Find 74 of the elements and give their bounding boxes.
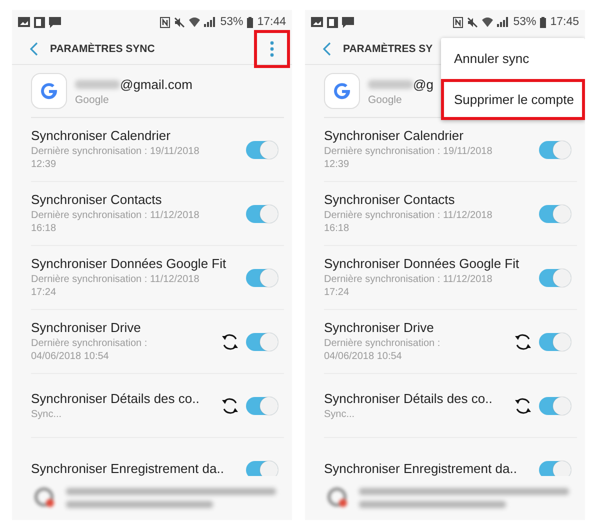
sync-toggle[interactable] — [539, 268, 571, 286]
sync-toggle[interactable] — [246, 204, 278, 222]
notification-icon — [34, 16, 45, 28]
mute-icon — [174, 16, 186, 28]
more-options-button[interactable] — [254, 30, 290, 68]
setting-title: Synchroniser Contacts — [31, 192, 163, 207]
last-sync-text: Dernière synchronisation : 11/12/2018 17:24 — [31, 273, 200, 299]
setting-title: Synchroniser Calendrier — [31, 128, 172, 143]
battery-icon — [247, 16, 254, 28]
message-icon — [49, 16, 61, 28]
mute-icon — [467, 16, 478, 28]
last-sync-text: Dernière synchronisation : 19/11/2018 12:39 — [31, 145, 200, 171]
sync-error-icon — [327, 487, 349, 509]
setting-title: Synchroniser Enregistrement da.. — [31, 461, 225, 476]
sync-toggle[interactable] — [539, 204, 571, 222]
account-provider: Google — [75, 94, 110, 106]
setting-title: Synchroniser Calendrier — [324, 128, 464, 143]
google-logo-icon — [31, 73, 67, 109]
sync-toggle[interactable] — [539, 396, 571, 414]
setting-title: Synchroniser Contacts — [324, 192, 456, 207]
sync-icon[interactable] — [513, 396, 533, 416]
nfc-icon — [453, 16, 464, 28]
setting-title: Synchroniser Drive — [31, 320, 142, 335]
image-notification-icon — [311, 17, 323, 27]
last-sync-text: Sync... — [31, 408, 63, 420]
setting-title: Synchroniser Drive — [324, 320, 435, 335]
setting-title: Synchroniser Détails des co.. — [324, 390, 494, 406]
last-sync-text: Dernière synchronisation : 11/12/2018 17:24 — [324, 273, 494, 299]
back-icon[interactable] — [323, 42, 331, 56]
redacted-username — [368, 80, 413, 88]
signal-icon — [497, 17, 510, 27]
message-icon — [342, 16, 354, 28]
sync-toggle[interactable] — [539, 332, 571, 350]
sync-error-icon — [34, 487, 56, 509]
last-sync-text: Dernière synchronisation : 11/12/2018 16:18 — [31, 209, 200, 235]
setting-title: Synchroniser Données Google Fit — [324, 256, 520, 271]
menu-item[interactable]: Supprimer le compte — [441, 79, 585, 120]
redacted-username — [75, 80, 120, 88]
sync-toggle[interactable] — [539, 140, 571, 158]
screen-title: PARAMÈTRES SYNC — [50, 43, 156, 55]
back-icon[interactable] — [30, 42, 38, 56]
sync-icon[interactable] — [513, 332, 533, 352]
image-notification-icon — [18, 17, 30, 27]
last-sync-text: Dernière synchronisation : 11/12/2018 16:18 — [324, 209, 494, 235]
clock: 17:44 — [257, 16, 286, 28]
battery-percentage: 53% — [513, 16, 536, 28]
sync-toggle[interactable] — [246, 268, 278, 286]
last-sync-text: Sync... — [324, 408, 356, 420]
sync-icon[interactable] — [220, 396, 240, 416]
clock: 17:45 — [550, 16, 579, 28]
setting-title: Synchroniser Enregistrement da.. — [324, 461, 518, 476]
sync-icon[interactable] — [220, 332, 240, 352]
wifi-icon — [482, 17, 494, 27]
sync-toggle[interactable] — [246, 140, 278, 158]
sync-toggle[interactable] — [246, 332, 278, 350]
more-options-icon — [270, 41, 274, 57]
signal-icon — [204, 17, 216, 27]
last-sync-text: Dernière synchronisation : 04/06/2018 10:54 — [31, 337, 148, 363]
account-email: @g — [413, 76, 434, 92]
sync-toggle[interactable] — [246, 396, 278, 414]
screen-title: PARAMÈTRES SY — [343, 43, 434, 55]
last-sync-text: Dernière synchronisation : 19/11/2018 12:39 — [324, 145, 494, 171]
notification-icon — [327, 16, 338, 28]
setting-title: Synchroniser Données Google Fit — [31, 256, 228, 271]
battery-percentage: 53% — [220, 16, 244, 28]
setting-title: Synchroniser Détails des co.. — [31, 390, 200, 406]
nfc-icon — [160, 16, 170, 28]
account-email: @gmail.com — [120, 76, 192, 92]
wifi-icon — [189, 17, 200, 27]
menu-item[interactable]: Annuler sync — [441, 38, 585, 79]
account-provider: Google — [368, 94, 403, 106]
battery-icon — [540, 16, 546, 28]
google-logo-icon — [324, 73, 360, 109]
last-sync-text: Dernière synchronisation : 04/06/2018 10:54 — [324, 337, 442, 363]
